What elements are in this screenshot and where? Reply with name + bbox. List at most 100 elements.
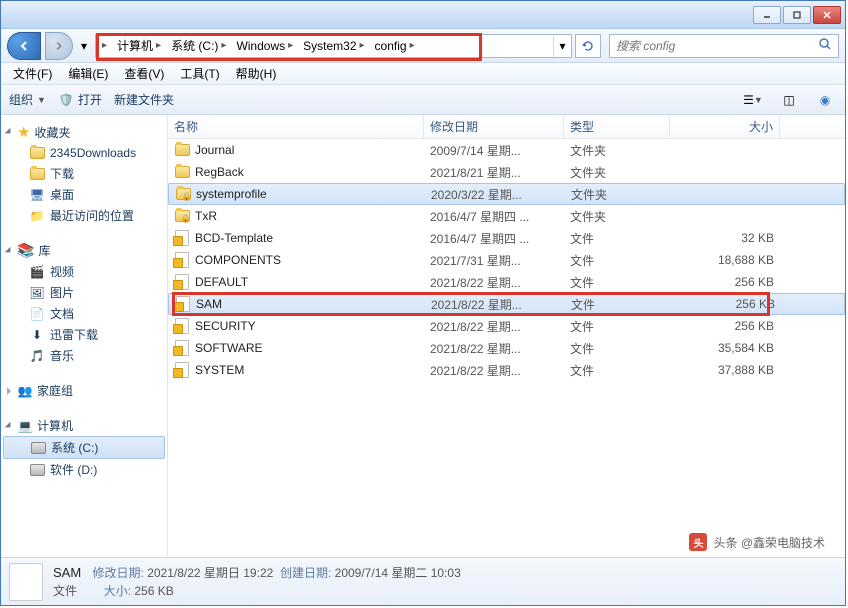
new-folder-button[interactable]: 新建文件夹 [114,91,174,108]
file-size: 35,584 KB [670,341,780,355]
folder-icon [175,166,190,178]
file-row[interactable]: RegBack2021/8/21 星期...文件夹 [168,161,845,183]
file-type: 文件夹 [564,208,670,225]
recent-icon: 📁 [29,208,45,224]
file-type: 文件夹 [564,142,670,159]
watermark: 头 头条 @鑫荣电脑技术 [689,533,825,551]
search-icon [818,37,832,54]
file-type: 文件夹 [565,186,671,203]
sidebar-music[interactable]: 🎵音乐 [1,345,167,366]
homegroup-header[interactable]: 👥家庭组 [1,380,167,401]
file-lock-icon [176,296,190,312]
address-bar[interactable]: ▸ 计算机▸ 系统 (C:)▸ Windows▸ System32▸ confi… [95,34,572,58]
breadcrumb-config[interactable]: config▸ [369,35,419,57]
documents-icon: 📄 [29,306,45,322]
column-headers: 名称 修改日期 类型 大小 [168,115,845,139]
menu-edit[interactable]: 编辑(E) [60,63,116,84]
file-name: SECURITY [195,319,256,333]
file-row[interactable]: SOFTWARE2021/8/22 星期...文件35,584 KB [168,337,845,359]
file-row[interactable]: SAM2021/8/22 星期...文件256 KB [168,293,845,315]
file-type: 文件 [564,362,670,379]
back-button[interactable] [7,32,41,60]
computer-icon: 💻 [17,418,33,434]
history-dropdown[interactable]: ▾ [77,36,91,56]
libraries-header[interactable]: 📚库 [1,240,167,261]
file-name: COMPONENTS [195,253,281,267]
navigation-pane: ★收藏夹 2345Downloads 下载 🖥桌面 📁最近访问的位置 📚库 🎬视… [1,115,168,557]
file-row[interactable]: SECURITY2021/8/22 星期...文件256 KB [168,315,845,337]
menu-tools[interactable]: 工具(T) [172,63,227,84]
file-size: 18,688 KB [670,253,780,267]
forward-button[interactable] [45,32,73,60]
menu-file[interactable]: 文件(F) [5,63,60,84]
refresh-button[interactable] [575,34,601,58]
titlebar [1,1,845,29]
file-row[interactable]: Journal2009/7/14 星期...文件夹 [168,139,845,161]
sidebar-documents[interactable]: 📄文档 [1,303,167,324]
sidebar-pictures[interactable]: 🖼图片 [1,282,167,303]
minimize-button[interactable] [753,6,781,24]
sidebar-xunlei[interactable]: ⬇迅雷下载 [1,324,167,345]
file-lock-icon [175,340,189,356]
file-lock-icon [175,318,189,334]
library-icon: 📚 [17,242,34,259]
file-name: systemprofile [196,187,267,201]
file-date: 2016/4/7 星期四 ... [424,208,564,225]
sidebar-desktop[interactable]: 🖥桌面 [1,184,167,205]
file-type: 文件 [564,274,670,291]
file-date: 2021/8/22 星期... [424,362,564,379]
favorites-header[interactable]: ★收藏夹 [1,121,167,143]
preview-pane-button[interactable]: ◫ [777,89,801,111]
address-dropdown[interactable]: ▾ [553,35,571,57]
help-button[interactable]: ◉ [813,89,837,111]
file-row[interactable]: SYSTEM 2021/8/22 星期...文件37,888 KB [168,359,845,381]
organize-button[interactable]: 组织 ▼ [9,91,46,108]
file-row[interactable]: BCD-Template2016/4/7 星期四 ...文件32 KB [168,227,845,249]
breadcrumb-computer[interactable]: 计算机▸ [111,35,165,57]
breadcrumb-drive[interactable]: 系统 (C:)▸ [165,35,230,57]
file-row[interactable]: COMPONENTS2021/7/31 星期...文件18,688 KB [168,249,845,271]
search-input[interactable] [616,39,818,53]
file-name: BCD-Template [195,231,273,245]
breadcrumb-windows[interactable]: Windows▸ [230,35,297,57]
file-size: 256 KB [670,275,780,289]
status-text: SAM 修改日期: 2021/8/22 星期日 19:22 创建日期: 2009… [53,563,461,601]
column-type[interactable]: 类型 [564,115,670,138]
sidebar-drive-c[interactable]: 系统 (C:) [3,436,165,459]
file-size: 32 KB [670,231,780,245]
file-type: 文件夹 [564,164,670,181]
column-size[interactable]: 大小 [670,115,780,138]
menu-view[interactable]: 查看(V) [116,63,172,84]
drive-icon [31,442,46,454]
sidebar-drive-d[interactable]: 软件 (D:) [1,459,167,480]
file-name: TxR [195,209,217,223]
maximize-button[interactable] [783,6,811,24]
file-size: 37,888 KB [670,363,780,377]
column-date[interactable]: 修改日期 [424,115,564,138]
menu-help[interactable]: 帮助(H) [228,63,285,84]
column-name[interactable]: 名称 [168,115,424,138]
file-type: 文件 [565,296,671,313]
sidebar-2345downloads[interactable]: 2345Downloads [1,143,167,163]
file-list-pane: 名称 修改日期 类型 大小 Journal2009/7/14 星期...文件夹R… [168,115,845,557]
close-button[interactable] [813,6,841,24]
breadcrumb-system32[interactable]: System32▸ [297,35,368,57]
drive-icon [30,464,45,476]
view-options-button[interactable]: ☰ ▼ [741,89,765,111]
file-date: 2021/8/21 星期... [424,164,564,181]
file-name: SAM [196,297,222,311]
file-date: 2021/8/22 星期... [424,318,564,335]
file-row[interactable]: systemprofile2020/3/22 星期...文件夹 [168,183,845,205]
computer-header[interactable]: 💻计算机 [1,415,167,436]
breadcrumb-root[interactable]: ▸ [96,35,111,57]
shield-icon: 🛡️ [58,92,74,108]
sidebar-recent[interactable]: 📁最近访问的位置 [1,205,167,226]
search-box[interactable] [609,34,839,58]
file-row[interactable]: TxR 2016/4/7 星期四 ...文件夹 [168,205,845,227]
sidebar-downloads[interactable]: 下载 [1,163,167,184]
command-bar: 组织 ▼ 🛡️打开 新建文件夹 ☰ ▼ ◫ ◉ [1,85,845,115]
file-name: SYSTEM [195,363,244,377]
sidebar-videos[interactable]: 🎬视频 [1,261,167,282]
open-button[interactable]: 🛡️打开 [58,91,102,108]
file-row[interactable]: DEFAULT2021/8/22 星期...文件256 KB [168,271,845,293]
